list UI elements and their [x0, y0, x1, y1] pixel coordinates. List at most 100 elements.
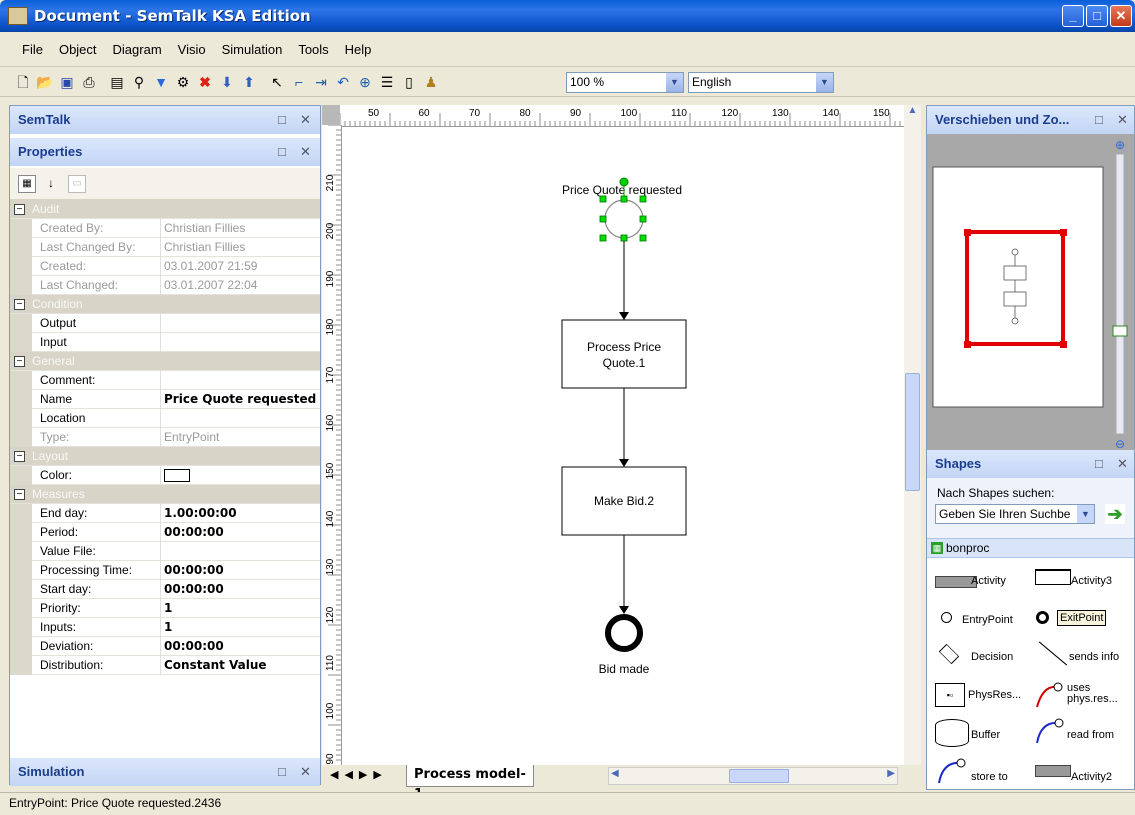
store-to-shape-icon[interactable]	[935, 757, 967, 787]
zoom-in-icon[interactable]: ⊕	[1115, 138, 1125, 152]
property-value[interactable]: 1	[164, 601, 172, 615]
property-row[interactable]: Start day: 00:00:00	[10, 580, 320, 599]
minimize-button[interactable]: _	[1062, 5, 1084, 27]
property-value[interactable]: 00:00:00	[164, 525, 224, 539]
close-icon[interactable]: ✕	[300, 106, 311, 134]
collapse-icon[interactable]: −	[14, 204, 25, 215]
property-value[interactable]: 1.00:00:00	[164, 506, 237, 520]
property-value[interactable]: 00:00:00	[164, 563, 224, 577]
property-row[interactable]: Location	[10, 409, 320, 428]
delete-icon[interactable]: ✖	[196, 73, 214, 91]
property-value[interactable]: EntryPoint	[164, 430, 219, 444]
nav-panel-header[interactable]: Verschieben und Zo... □ ✕	[927, 106, 1134, 134]
property-row[interactable]: Type: EntryPoint	[10, 428, 320, 447]
zoom-out-icon[interactable]: ⊖	[1115, 437, 1125, 451]
property-value[interactable]: Christian Fillies	[164, 221, 245, 235]
end-event-circle[interactable]	[605, 614, 643, 652]
shape-decision[interactable]: Decision	[971, 651, 1013, 663]
vertical-scrollbar[interactable]	[904, 125, 921, 765]
zoom-select[interactable]: 100 % ▼	[566, 72, 684, 93]
tab-process-model[interactable]: Process model-1	[406, 765, 534, 802]
entrypoint-shape-icon[interactable]	[941, 612, 952, 623]
categorized-icon[interactable]: ▦	[18, 175, 36, 193]
activity3-shape-icon[interactable]	[1035, 569, 1071, 585]
property-value[interactable]: Christian Fillies	[164, 240, 245, 254]
property-row[interactable]: Created: 03.01.2007 21:59	[10, 257, 320, 276]
chevron-down-icon[interactable]: ▼	[666, 73, 683, 92]
pin-icon[interactable]: □	[1095, 450, 1103, 478]
property-row[interactable]: Output	[10, 314, 320, 333]
shape-search-input[interactable]: Geben Sie Ihren Suchbe	[935, 504, 1095, 524]
maximize-button[interactable]: □	[1086, 5, 1108, 27]
menu-tools[interactable]: Tools	[298, 42, 328, 57]
filter-icon[interactable]: ▼	[152, 73, 170, 91]
save-icon[interactable]: ▣	[58, 73, 76, 91]
move-up-icon[interactable]: ⬆	[240, 73, 258, 91]
app-icon[interactable]	[8, 7, 28, 25]
users-icon[interactable]: ♟	[422, 73, 440, 91]
menu-simulation[interactable]: Simulation	[222, 42, 283, 57]
shape-activity2[interactable]: Activity2	[1071, 771, 1112, 783]
start-event-circle[interactable]	[604, 199, 644, 239]
property-value[interactable]: 03.01.2007 22:04	[164, 278, 257, 292]
property-category[interactable]: − Condition	[10, 295, 320, 314]
shape-exitpoint[interactable]: ExitPoint	[1057, 610, 1107, 626]
property-row[interactable]: Inputs: 1	[10, 618, 320, 637]
scrollbar-thumb[interactable]	[729, 769, 789, 783]
shape-uses-physres[interactable]: uses phys.res...	[1067, 683, 1131, 705]
close-icon[interactable]: ✕	[300, 758, 311, 786]
buffer-shape-icon[interactable]	[935, 719, 969, 747]
connector-icon[interactable]: ⌐	[290, 73, 308, 91]
close-icon[interactable]: ✕	[300, 138, 311, 166]
property-row[interactable]: End day: 1.00:00:00	[10, 504, 320, 523]
scrollbar-thumb[interactable]	[905, 373, 920, 491]
activity2-shape-icon[interactable]	[1035, 765, 1071, 777]
close-icon[interactable]: ✕	[1117, 106, 1128, 134]
color-swatch[interactable]	[164, 469, 190, 482]
stencil-header[interactable]: ▦ bonproc	[927, 538, 1134, 558]
print-icon[interactable]: ⎙	[80, 73, 98, 91]
menu-help[interactable]: Help	[345, 42, 372, 57]
collapse-icon[interactable]: −	[14, 451, 25, 462]
property-row[interactable]: Distribution: Constant Value	[10, 656, 320, 675]
menu-file[interactable]: File	[22, 42, 43, 57]
shape-activity3[interactable]: Activity3	[1071, 575, 1112, 587]
language-select[interactable]: English ▼	[688, 72, 834, 93]
shape-read-from[interactable]: read from	[1067, 729, 1114, 741]
property-pages-icon[interactable]: ▭	[68, 175, 86, 193]
property-category[interactable]: − Layout	[10, 447, 320, 466]
simulation-panel-header[interactable]: Simulation □ ✕	[10, 758, 320, 786]
pin-icon[interactable]: □	[1095, 106, 1103, 134]
semtalk-panel-header[interactable]: SemTalk □ ✕	[10, 106, 320, 134]
tab-nav-icons[interactable]: ◀◀▶▶	[330, 768, 388, 781]
pin-icon[interactable]: □	[278, 138, 286, 166]
zoom-slider-track[interactable]	[1115, 153, 1125, 435]
scroll-left-icon[interactable]: ◀	[611, 768, 619, 779]
physres-shape-icon[interactable]: ▪▫	[935, 683, 965, 707]
property-category[interactable]: − Measures	[10, 485, 320, 504]
property-row[interactable]: Last Changed By: Christian Fillies	[10, 238, 320, 257]
property-row[interactable]: Created By: Christian Fillies	[10, 219, 320, 238]
shape-activity[interactable]: Activity	[971, 575, 1006, 587]
selection-handles[interactable]	[599, 195, 647, 242]
property-row[interactable]: Name Price Quote requested	[10, 390, 320, 409]
sort-alpha-icon[interactable]: ↓	[42, 175, 60, 193]
nav-preview[interactable]: ⊕ ⊖	[927, 134, 1134, 452]
rotation-handle[interactable]	[619, 177, 629, 187]
menu-visio[interactable]: Visio	[178, 42, 206, 57]
layout-icon[interactable]: ▯	[400, 73, 418, 91]
shapes-panel-header[interactable]: Shapes □ ✕	[927, 450, 1134, 478]
property-row[interactable]: Value File:	[10, 542, 320, 561]
align-icon[interactable]: ☰	[378, 73, 396, 91]
read-from-shape-icon[interactable]	[1033, 717, 1065, 747]
sends-info-shape-icon[interactable]	[1038, 641, 1068, 666]
find-icon[interactable]: ⚲	[130, 73, 148, 91]
process-box-1[interactable]	[561, 319, 687, 389]
property-row[interactable]: Period: 00:00:00	[10, 523, 320, 542]
undo-icon[interactable]: ↶	[334, 73, 352, 91]
collapse-icon[interactable]: −	[14, 356, 25, 367]
chevron-down-icon[interactable]: ▼	[816, 73, 833, 92]
property-row[interactable]: Comment:	[10, 371, 320, 390]
property-row[interactable]: Input	[10, 333, 320, 352]
chevron-down-icon[interactable]: ▼	[1077, 505, 1094, 523]
